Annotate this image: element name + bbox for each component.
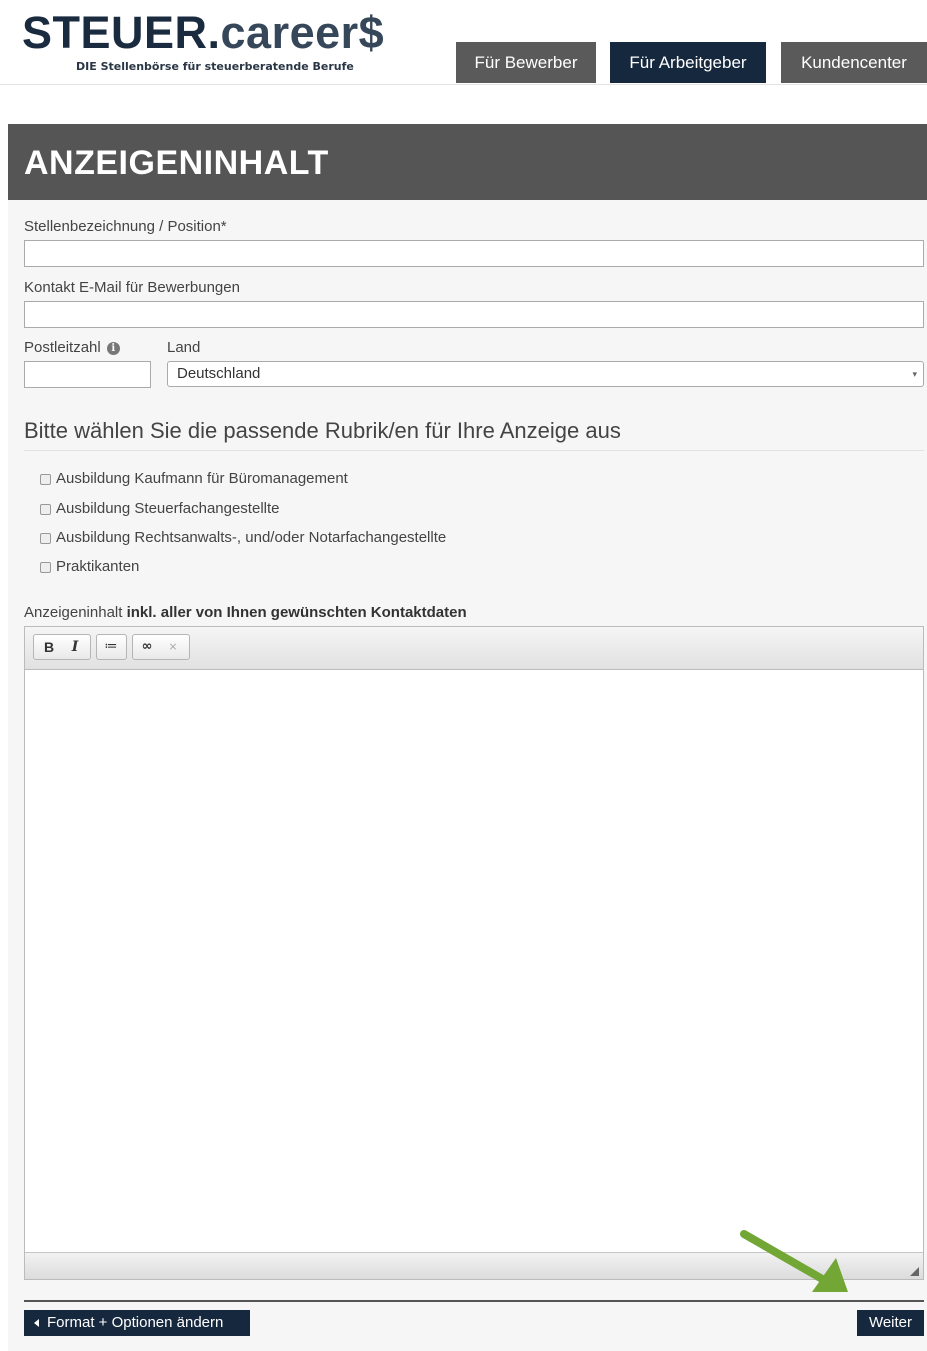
rubrik-option-label: Ausbildung Rechtsanwalts-, und/oder Nota… <box>56 529 447 546</box>
bold-button[interactable]: B <box>39 638 59 656</box>
ad-content-panel: ANZEIGENINHALT Stellenbezeichnung / Posi… <box>8 124 927 1351</box>
checkbox[interactable] <box>40 532 51 544</box>
rich-text-editor: B I ≔ ∞ ⨯ <box>24 626 924 1280</box>
unlink-icon[interactable]: ⨯ <box>163 638 183 656</box>
weiter-button[interactable]: Weiter <box>857 1310 924 1336</box>
logo-text: STEUER.career$ <box>22 7 385 58</box>
panel-header: ANZEIGENINHALT <box>8 124 927 200</box>
plz-input[interactable] <box>24 361 151 388</box>
italic-button[interactable]: I <box>65 638 85 656</box>
land-label: Land <box>167 339 201 356</box>
back-button-label: Format + Optionen ändern <box>47 1314 224 1331</box>
position-input[interactable] <box>24 240 924 267</box>
checkbox[interactable] <box>40 503 51 515</box>
nav-fuer-arbeitgeber[interactable]: Für Arbeitgeber <box>610 42 766 83</box>
divider <box>24 450 924 451</box>
editor-text-area[interactable] <box>25 670 923 1253</box>
land-select[interactable]: Deutschland ▾ <box>167 361 924 387</box>
format-group: B I <box>33 634 91 660</box>
plz-label-wrap: Postleitzahl i <box>24 339 120 356</box>
email-input[interactable] <box>24 301 924 328</box>
site-header: STEUER.career$ DIE Stellenbörse für steu… <box>0 0 927 85</box>
editor-toolbar: B I ≔ ∞ ⨯ <box>25 627 923 670</box>
rubrik-heading: Bitte wählen Sie die passende Rubrik/en … <box>24 418 621 443</box>
rubrik-option[interactable]: Ausbildung Steuerfachangestellte <box>40 500 280 517</box>
position-label: Stellenbezeichnung / Position* <box>24 218 227 235</box>
list-group: ≔ <box>96 634 127 660</box>
nav-kundencenter[interactable]: Kundencenter <box>781 42 927 83</box>
logo-tagline: DIE Stellenbörse für steuerberatende Ber… <box>76 60 354 73</box>
logo[interactable]: STEUER.career$ DIE Stellenbörse für steu… <box>22 7 385 74</box>
rubrik-option-label: Ausbildung Steuerfachangestellte <box>56 500 280 517</box>
nav-fuer-bewerber[interactable]: Für Bewerber <box>456 42 596 83</box>
content-label: Anzeigeninhalt inkl. aller von Ihnen gew… <box>24 604 467 621</box>
resize-handle-icon[interactable] <box>910 1267 919 1276</box>
email-label: Kontakt E-Mail für Bewerbungen <box>24 279 240 296</box>
rubrik-option[interactable]: Praktikanten <box>40 558 139 575</box>
rubrik-option[interactable]: Ausbildung Kaufmann für Büromanagement <box>40 470 348 487</box>
rubrik-option-label: Praktikanten <box>56 558 140 575</box>
content-label-bold: inkl. aller von Ihnen gewünschten Kontak… <box>126 604 467 621</box>
info-icon[interactable]: i <box>106 341 120 355</box>
land-selected-value: Deutschland <box>177 365 261 382</box>
page-title: ANZEIGENINHALT <box>24 144 329 182</box>
bullet-list-icon[interactable]: ≔ <box>101 638 121 656</box>
footer-divider <box>24 1300 924 1302</box>
caret-left-icon <box>34 1319 39 1328</box>
green-arrow-icon <box>740 1230 848 1292</box>
back-format-options-button[interactable]: Format + Optionen ändern <box>24 1310 250 1336</box>
checkbox[interactable] <box>40 561 51 573</box>
checkbox[interactable] <box>40 473 51 485</box>
content-label-text: Anzeigeninhalt <box>24 604 123 621</box>
chevron-down-icon: ▾ <box>912 369 917 379</box>
link-icon[interactable]: ∞ <box>137 638 157 656</box>
link-group: ∞ ⨯ <box>132 634 190 660</box>
rubrik-option[interactable]: Ausbildung Rechtsanwalts-, und/oder Nota… <box>40 529 446 546</box>
plz-label: Postleitzahl <box>24 339 101 356</box>
rubrik-option-label: Ausbildung Kaufmann für Büromanagement <box>56 470 348 487</box>
